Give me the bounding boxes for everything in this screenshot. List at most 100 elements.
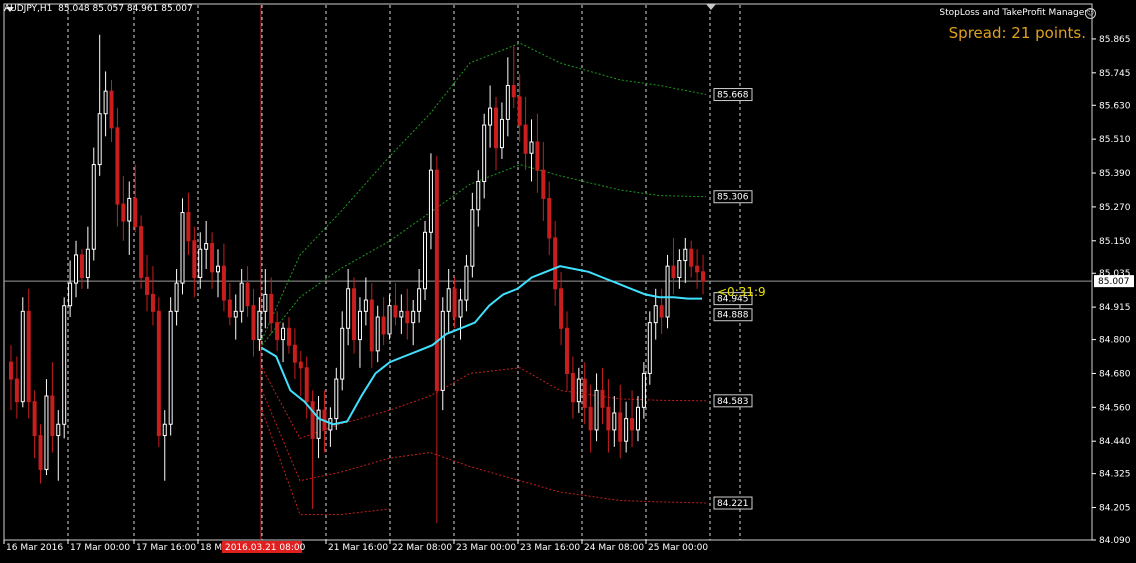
candle-body <box>381 316 386 335</box>
candle-body <box>582 378 587 408</box>
candle-body <box>411 310 416 324</box>
candle-body <box>44 395 49 470</box>
level-label: 85.306 <box>717 193 749 203</box>
candle-body <box>369 299 374 352</box>
candle-body <box>612 412 617 431</box>
y-tick-label: 85.270 <box>1099 203 1131 213</box>
y-tick-label: 84.560 <box>1099 403 1131 413</box>
candle-body <box>221 265 226 301</box>
level-label: 85.668 <box>717 91 749 101</box>
y-tick-label: 84.915 <box>1099 303 1131 313</box>
y-tick-label: 85.745 <box>1099 69 1131 79</box>
candle-body <box>109 90 114 129</box>
price-chart[interactable]: 85.865 85.745 85.630 85.510 85.390 85.270 85.1… <box>0 0 1136 559</box>
candle-body <box>269 293 274 324</box>
candle-body <box>363 299 368 312</box>
candle-body <box>38 435 43 470</box>
candle-body <box>606 406 611 431</box>
candle-body <box>346 288 351 329</box>
x-tick-label: 22 Mar 08:00 <box>392 543 452 553</box>
candle-body <box>653 305 658 324</box>
x-tick-label: 16 Mar 2016 <box>6 543 63 553</box>
candle-body <box>85 248 90 278</box>
chart-window[interactable]: 85.865 85.745 85.630 85.510 85.390 85.270 85.1… <box>0 0 1136 559</box>
candle-body <box>292 344 297 363</box>
candle-body <box>192 240 197 278</box>
candle-body <box>576 378 581 403</box>
candle-body <box>62 305 67 425</box>
candle-body <box>405 310 410 324</box>
candle-body <box>304 367 309 403</box>
candle-body <box>186 212 191 242</box>
candle-body <box>452 288 457 318</box>
y-tick-label: 84.205 <box>1099 504 1131 514</box>
candle-body <box>14 378 19 403</box>
candle-body <box>423 231 428 290</box>
x-tick-label: 24 Mar 08:00 <box>584 543 644 553</box>
candle-body <box>375 316 380 352</box>
y-tick-label: 85.390 <box>1099 169 1131 179</box>
candle-body <box>204 243 209 250</box>
candle-body <box>470 209 475 267</box>
x-tick-label: 17 Mar 00:00 <box>70 543 130 553</box>
candle-body <box>227 299 232 318</box>
candle-body <box>74 254 79 284</box>
candle-body <box>352 288 357 341</box>
candle-body <box>26 310 31 403</box>
candle-body <box>417 288 422 312</box>
candle-body <box>529 141 534 154</box>
candle-body <box>281 327 286 341</box>
candle-body <box>334 378 339 420</box>
candle-body <box>458 299 463 318</box>
candle-body <box>91 164 96 250</box>
candle-body <box>103 90 108 115</box>
x-tick-label: 23 Mar 16:00 <box>520 543 580 553</box>
candle-body <box>8 361 13 380</box>
candle-body <box>624 418 629 442</box>
candle-body <box>239 282 244 312</box>
candle-body <box>689 248 694 267</box>
chart-shift-marker-icon[interactable] <box>706 4 716 10</box>
candle-body <box>97 113 102 166</box>
candle-body <box>233 310 238 318</box>
candle-body <box>665 265 670 318</box>
candle-body <box>357 310 362 341</box>
ohlc-values: 85.048 85.057 84.961 85.007 <box>58 4 193 14</box>
y-tick-label: 85.510 <box>1099 135 1131 145</box>
candle-body <box>156 310 161 437</box>
x-tick-label: 23 Mar 00:00 <box>456 543 516 553</box>
candle-body <box>635 406 640 431</box>
candle-body <box>488 107 493 126</box>
candle-body <box>570 372 575 403</box>
candle-body <box>245 282 250 307</box>
candle-body <box>263 293 268 312</box>
candle-body <box>588 406 593 431</box>
candle-body <box>499 118 504 149</box>
symbol-ohlc-header: AUDJPY,H1 85.048 85.057 84.961 85.007 <box>4 4 193 14</box>
level-label: 84.583 <box>717 397 749 407</box>
candle-body <box>440 310 445 391</box>
candle-body <box>647 322 652 374</box>
candle-body <box>399 310 404 318</box>
candle-body <box>428 169 433 233</box>
x-tick-label: 17 Mar 16:00 <box>136 543 196 553</box>
level-label: 84.221 <box>717 499 749 509</box>
candle-body <box>162 423 167 437</box>
candle-body <box>547 197 552 239</box>
candle-body <box>641 372 646 408</box>
candle-body <box>145 276 150 295</box>
candle-body <box>68 282 73 307</box>
x-tick-label: 21 Mar 16:00 <box>328 543 388 553</box>
candle-body <box>275 322 280 341</box>
y-tick-label: 84.680 <box>1099 369 1131 379</box>
candle-body <box>257 310 262 341</box>
smiley-icon[interactable]: ☺ <box>1085 8 1096 19</box>
candle-body <box>535 141 540 171</box>
time-marker-label: 2016.03.21 08:00 <box>225 543 306 553</box>
candle-body <box>600 389 605 408</box>
y-tick-label: 84.325 <box>1099 470 1131 480</box>
candle-body <box>701 271 706 282</box>
candle-body <box>121 203 126 222</box>
candle-body <box>286 327 291 346</box>
candle-body <box>180 212 185 284</box>
